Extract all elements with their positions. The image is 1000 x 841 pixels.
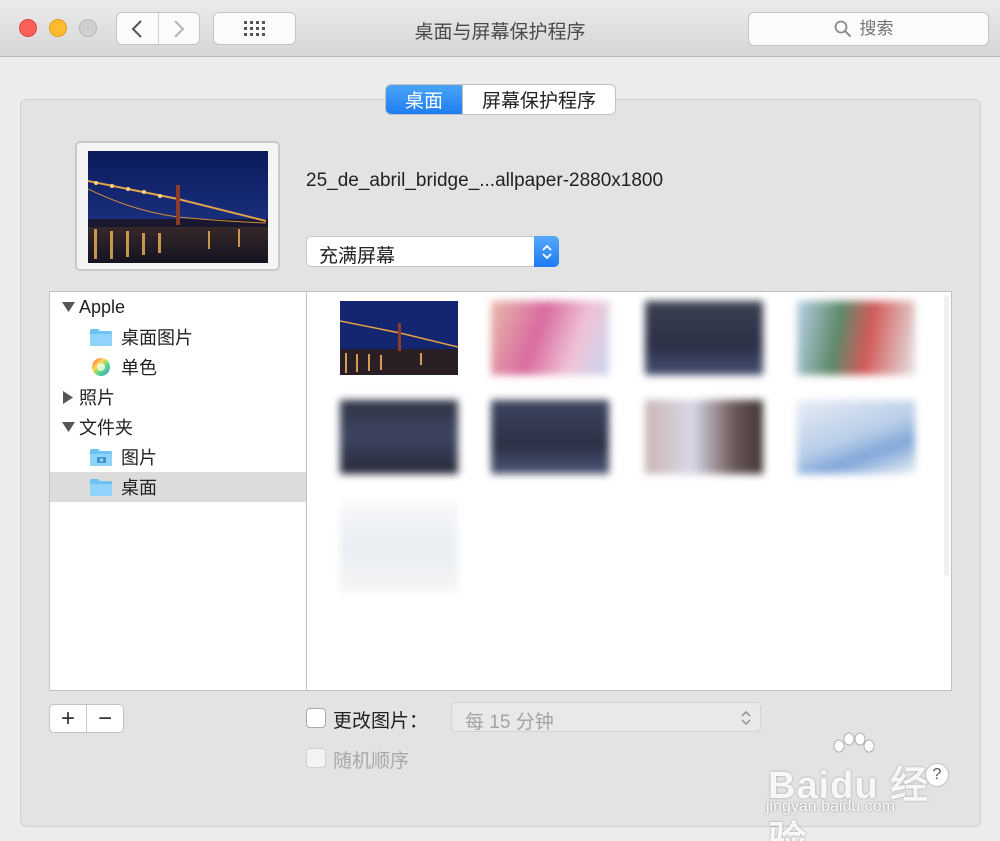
random-order-label: 随机顺序 — [333, 751, 410, 772]
sidebar-item-label: 桌面图片 — [121, 328, 193, 348]
grid-icon — [243, 21, 265, 36]
search-icon — [834, 20, 851, 38]
wallpaper-thumbnail[interactable] — [491, 400, 609, 474]
source-list: Apple 桌面图片 单色 照片 文件夹 图片 桌面 — [49, 291, 307, 691]
show-all-button[interactable] — [213, 12, 296, 45]
popup-arrows-icon — [534, 236, 559, 267]
titlebar: 桌面与屏幕保护程序 — [0, 0, 1000, 57]
chevron-left-icon — [131, 19, 142, 38]
baidu-jingyan-watermark: Baidu 经验 jingyan.baidu.com — [760, 732, 960, 841]
fit-mode-popup[interactable]: 充满屏幕 — [306, 236, 559, 267]
change-picture-label: 更改图片： — [333, 711, 429, 732]
popup-arrows-icon — [740, 708, 752, 733]
tab-desktop[interactable]: 桌面 — [386, 85, 462, 114]
desktop-screensaver-window: 桌面与屏幕保护程序 桌面 屏幕保护程序 — [0, 0, 1000, 841]
wallpaper-thumbnail[interactable] — [797, 400, 915, 474]
wallpaper-thumbnail[interactable] — [340, 400, 458, 474]
sidebar-item-label: 文件夹 — [79, 418, 133, 438]
wallpaper-filename: 25_de_abril_bridge_...allpaper-2880x1800 — [306, 170, 664, 191]
wallpaper-thumbnail[interactable] — [340, 502, 458, 592]
wallpaper-thumbnail[interactable] — [645, 400, 763, 474]
window-title: 桌面与屏幕保护程序 — [414, 22, 586, 43]
wallpaper-thumbnail[interactable] — [797, 301, 915, 375]
interval-value: 每 15 分钟 — [465, 712, 554, 733]
sidebar-item-photos[interactable]: 照片 — [50, 382, 306, 412]
minimize-button[interactable] — [49, 19, 67, 37]
wallpaper-thumbnail[interactable] — [645, 301, 763, 375]
tab-bar: 桌面 屏幕保护程序 — [385, 84, 616, 115]
sidebar-item-desktop-pictures[interactable]: 桌面图片 — [50, 322, 306, 352]
back-button[interactable] — [117, 13, 158, 44]
search-field[interactable] — [748, 12, 989, 46]
folder-icon — [89, 477, 113, 497]
color-wheel-icon — [89, 357, 113, 377]
search-input[interactable] — [859, 19, 904, 39]
disclosure-down-icon[interactable] — [61, 300, 75, 314]
zoom-button[interactable] — [79, 19, 97, 37]
sidebar-item-apple[interactable]: Apple — [50, 292, 306, 322]
folder-icon — [89, 327, 113, 347]
sidebar-item-label: 单色 — [121, 358, 157, 378]
wallpaper-grid — [306, 291, 952, 691]
forward-button[interactable] — [157, 13, 200, 44]
close-button[interactable] — [19, 19, 37, 37]
watermark-url: jingyan.baidu.com — [766, 798, 895, 815]
sidebar-item-folders[interactable]: 文件夹 — [50, 412, 306, 442]
disclosure-down-icon[interactable] — [61, 420, 75, 434]
remove-folder-button[interactable]: − — [86, 705, 123, 732]
sidebar-item-desktop[interactable]: 桌面 — [50, 472, 306, 502]
sidebar-item-pictures[interactable]: 图片 — [50, 442, 306, 472]
wallpaper-thumbnail[interactable] — [491, 301, 609, 375]
grid-scrollbar[interactable] — [944, 296, 949, 576]
disclosure-right-icon[interactable] — [61, 390, 75, 404]
chevron-right-icon — [174, 19, 185, 38]
sidebar-item-solid-colors[interactable]: 单色 — [50, 352, 306, 382]
add-folder-button[interactable]: + — [50, 705, 86, 732]
sidebar-item-label: 照片 — [79, 388, 115, 408]
sidebar-item-label: 桌面 — [121, 478, 157, 498]
interval-popup[interactable]: 每 15 分钟 — [451, 702, 761, 733]
add-remove-group: + − — [49, 704, 124, 733]
wallpaper-thumbnail[interactable] — [339, 301, 459, 375]
back-forward-group — [116, 12, 200, 45]
random-order-checkbox[interactable] — [306, 748, 326, 768]
change-picture-checkbox[interactable] — [306, 708, 326, 728]
fit-mode-value: 充满屏幕 — [319, 246, 396, 267]
current-wallpaper-preview — [75, 141, 280, 271]
pictures-folder-icon — [89, 447, 113, 467]
sidebar-item-label: Apple — [79, 296, 126, 317]
wallpaper-preview-image — [88, 151, 268, 263]
tab-screensaver[interactable]: 屏幕保护程序 — [462, 85, 615, 114]
sidebar-item-label: 图片 — [121, 448, 157, 468]
